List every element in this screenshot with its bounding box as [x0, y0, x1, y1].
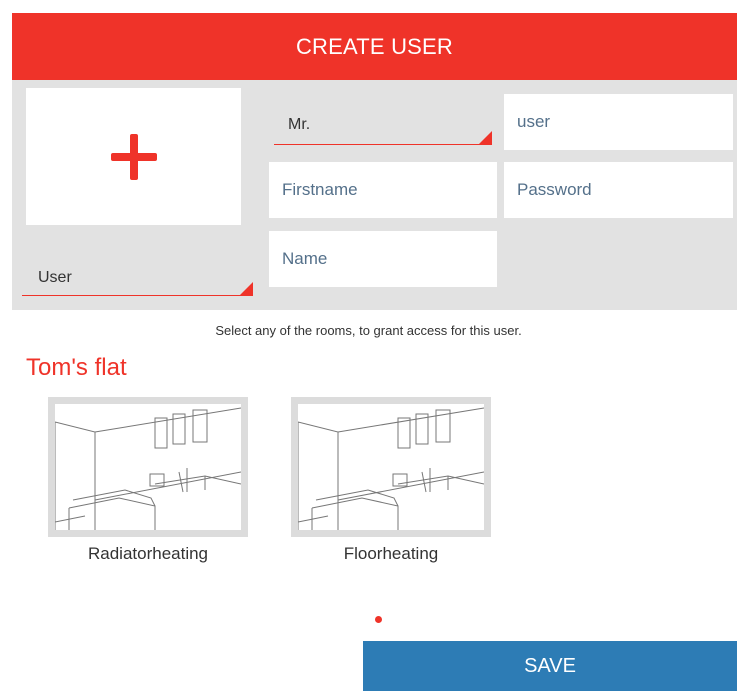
dropdown-triangle-icon: [479, 131, 492, 144]
room-sketch-image: [298, 404, 484, 530]
room-card-floorheating[interactable]: Floorheating: [291, 397, 491, 564]
plus-icon: [110, 133, 157, 180]
salutation-select[interactable]: Mr.: [274, 104, 492, 145]
password-field[interactable]: Password: [504, 162, 733, 218]
role-value: User: [38, 269, 72, 286]
name-field[interactable]: Name: [269, 231, 497, 287]
username-placeholder: user: [517, 112, 551, 131]
firstname-field[interactable]: Firstname: [269, 162, 497, 218]
room-card-radiatorheating[interactable]: Radiatorheating: [48, 397, 248, 564]
page-header: CREATE USER: [12, 13, 737, 80]
save-button[interactable]: SAVE: [363, 641, 737, 691]
room-label: Floorheating: [343, 544, 439, 563]
add-photo-button[interactable]: [26, 88, 241, 225]
name-placeholder: Name: [282, 249, 328, 268]
flat-title: Tom's flat: [26, 354, 127, 381]
room-thumbnail: [48, 397, 248, 537]
password-placeholder: Password: [517, 180, 592, 199]
rooms-hint: Select any of the rooms, to grant access…: [215, 323, 522, 338]
firstname-placeholder: Firstname: [282, 180, 358, 199]
dropdown-triangle-icon: [240, 282, 253, 295]
role-select[interactable]: User: [22, 255, 253, 296]
room-sketch-image: [55, 404, 241, 530]
room-label: Radiatorheating: [87, 544, 209, 563]
page-title: CREATE USER: [295, 33, 454, 59]
salutation-value: Mr.: [288, 116, 311, 133]
room-thumbnail: [291, 397, 491, 537]
username-field[interactable]: user: [504, 94, 733, 150]
page-indicator-dot: [375, 616, 382, 623]
